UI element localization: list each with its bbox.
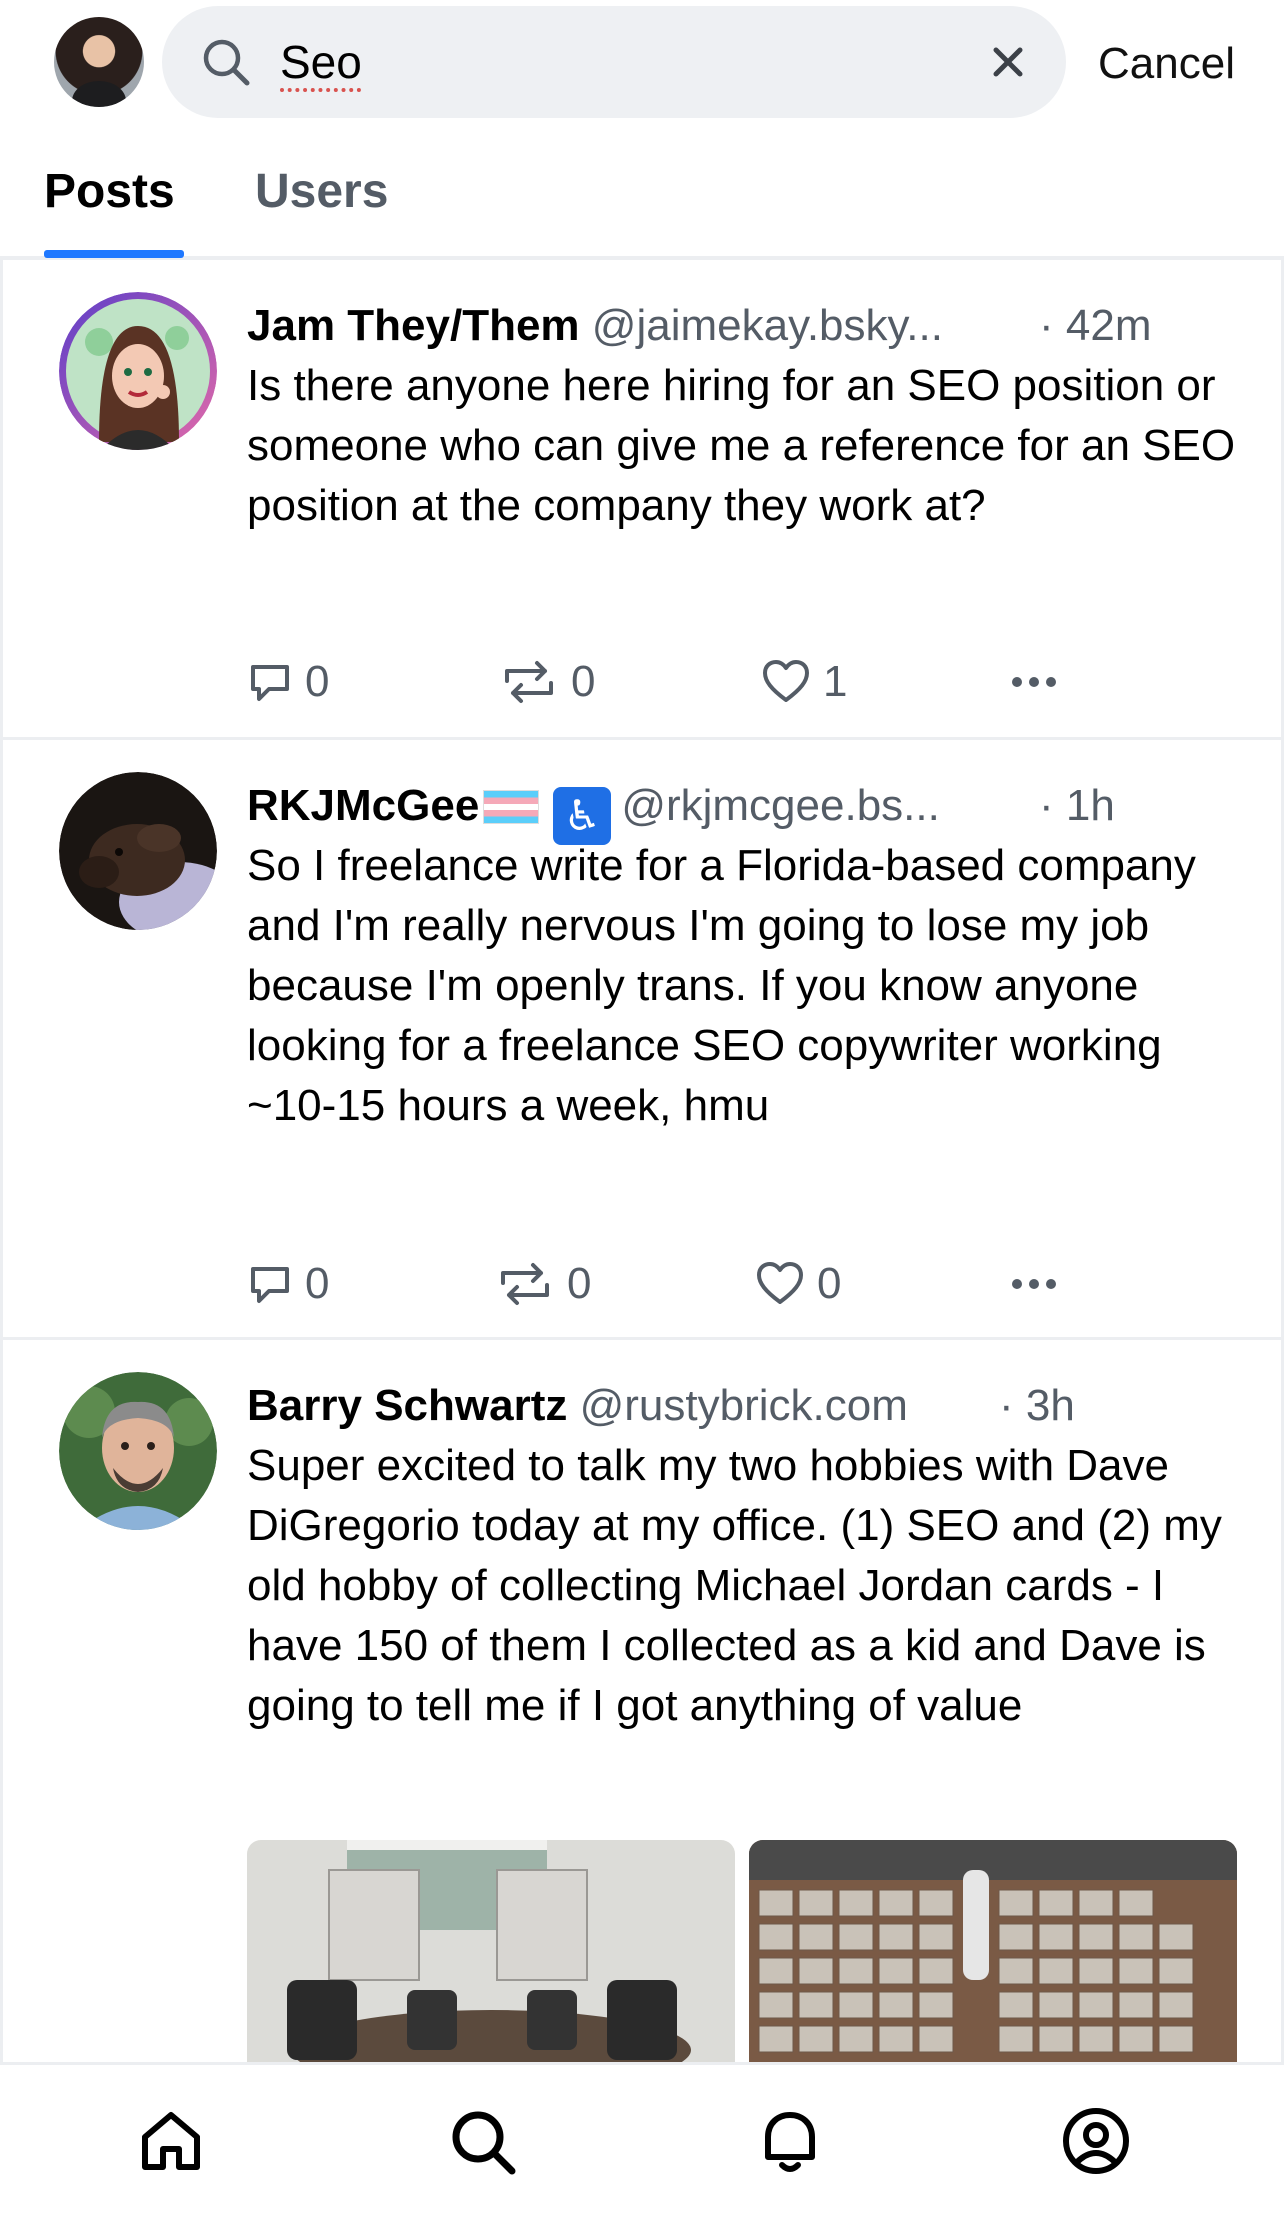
post-time: · 42m [1039, 301, 1152, 350]
search-bar[interactable]: Seo [162, 6, 1066, 118]
active-tab-indicator [44, 250, 184, 258]
post-header: RKJMcGee ♿ @rkjmcgee.bs... · 1h [247, 776, 1237, 845]
repost-button[interactable]: 0 [495, 1254, 591, 1314]
cards-photo[interactable] [749, 1840, 1237, 2062]
author-name[interactable]: RKJMcGee [247, 781, 479, 830]
results-feed[interactable]: Jam They/Them @jaimekay.bsky... · 42m Is… [0, 260, 1284, 2062]
post-card[interactable]: Jam They/Them @jaimekay.bsky... · 42m Is… [3, 260, 1281, 740]
author-handle[interactable]: @rustybrick.com [580, 1381, 908, 1430]
office-photo-image [247, 1840, 735, 2062]
home-icon[interactable] [135, 2105, 207, 2177]
post-header: Jam They/Them @jaimekay.bsky... · 42m [247, 296, 1237, 356]
more-icon [1012, 677, 1056, 687]
search-icon[interactable] [446, 2105, 518, 2177]
like-icon [757, 1262, 803, 1304]
reply-count: 0 [305, 657, 330, 706]
repost-count: 0 [567, 1259, 592, 1308]
office-photo[interactable] [247, 1840, 735, 2062]
like-count: 0 [817, 1259, 842, 1308]
search-tabs: Posts Users [0, 130, 1284, 260]
post-actions: 0 0 1 [247, 652, 1147, 712]
trans-flag-icon [483, 790, 540, 824]
avatar[interactable] [59, 772, 217, 930]
close-icon[interactable] [988, 42, 1028, 82]
search-icon [203, 39, 250, 86]
bottom-navigation [0, 2062, 1284, 2222]
cancel-button[interactable]: Cancel [1098, 34, 1235, 94]
dog-avatar-image [59, 772, 217, 930]
repost-icon [505, 661, 553, 703]
more-options-button[interactable] [1009, 652, 1071, 712]
post-text: Super excited to talk my two hobbies wit… [247, 1441, 1222, 1730]
post-actions: 0 0 0 [247, 1254, 1147, 1314]
post-images [247, 1840, 1237, 2062]
post-time: · 1h [1039, 781, 1115, 830]
search-input[interactable]: Seo [280, 34, 362, 90]
post-text: So I freelance write for a Florida-based… [247, 841, 1196, 1130]
author-name[interactable]: Jam They/Them [247, 301, 580, 350]
author-handle[interactable]: @rkjmcgee.bs... [621, 781, 940, 830]
avatar[interactable] [59, 1372, 217, 1530]
repost-button[interactable]: 0 [499, 652, 595, 712]
avatar[interactable] [59, 292, 217, 450]
profile-icon[interactable] [1060, 2105, 1132, 2177]
like-icon [763, 660, 809, 702]
more-icon [1012, 1279, 1056, 1289]
reply-icon [251, 665, 289, 701]
search-header: Seo Cancel [0, 0, 1284, 130]
post-time: · 3h [999, 1381, 1075, 1430]
like-button[interactable]: 0 [755, 1254, 841, 1314]
post-text: Is there anyone here hiring for an SEO p… [247, 361, 1236, 530]
cards-photo-image [749, 1840, 1237, 2062]
reply-icon [251, 1267, 289, 1303]
post-card[interactable]: Barry Schwartz @rustybrick.com · 3h Supe… [3, 1340, 1281, 2062]
reply-button[interactable]: 0 [247, 1254, 329, 1314]
author-name[interactable]: Barry Schwartz [247, 1381, 567, 1430]
reply-count: 0 [305, 1259, 330, 1308]
notifications-icon[interactable] [754, 2105, 826, 2177]
author-handle[interactable]: @jaimekay.bsky... [592, 301, 943, 350]
tab-users[interactable]: Users [255, 162, 388, 222]
post-header: Barry Schwartz @rustybrick.com · 3h [247, 1376, 1237, 1436]
more-options-button[interactable] [1009, 1254, 1071, 1314]
man-avatar-image [59, 1372, 217, 1530]
reply-button[interactable]: 0 [247, 652, 329, 712]
post-card[interactable]: RKJMcGee ♿ @rkjmcgee.bs... · 1h So I freel… [3, 740, 1281, 1340]
my-avatar[interactable] [54, 17, 144, 107]
like-count: 1 [823, 657, 848, 706]
like-button[interactable]: 1 [761, 652, 847, 712]
tab-posts[interactable]: Posts [44, 162, 175, 222]
cartoon-avatar-image [59, 292, 217, 450]
repost-icon [501, 1263, 549, 1305]
repost-count: 0 [571, 657, 596, 706]
